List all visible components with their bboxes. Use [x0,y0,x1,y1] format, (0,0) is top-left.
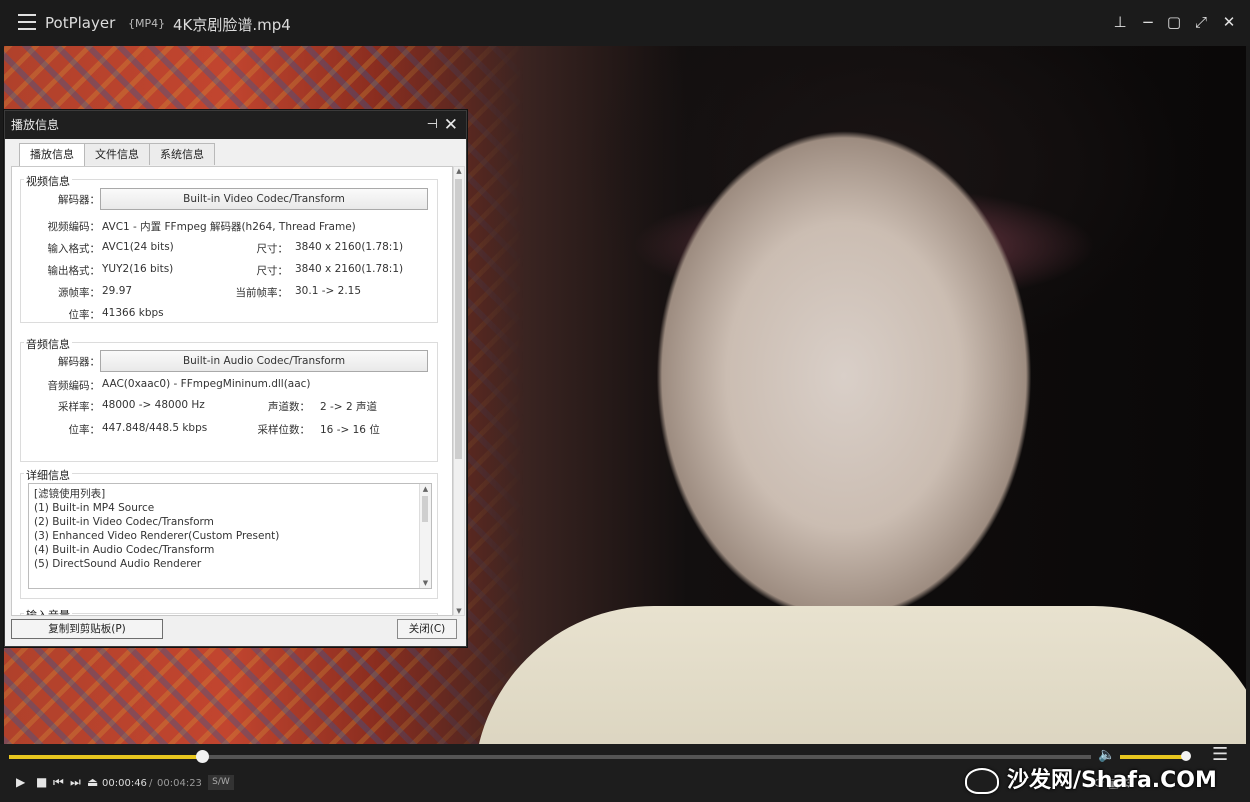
audio-decoder-button[interactable]: Built-in Audio Codec/Transform [100,350,428,372]
output-format-label: 输出格式： [47,265,101,277]
stop-icon[interactable]: ■ [36,775,47,789]
filter-list-line: (1) Built-in MP4 Source [34,502,155,514]
filter-list-line: (4) Built-in Audio Codec/Transform [34,544,215,556]
scroll-up-icon[interactable]: ▲ [420,485,431,493]
input-volume-group [20,613,438,615]
pin-icon[interactable]: ⊥ [1110,12,1130,32]
play-icon[interactable]: ▶ [16,775,25,789]
video-codec-value: AVC1 - 内置 FFmpeg 解码器(h264, Thread Frame) [102,221,356,233]
video-codec-label: 视频编码： [47,221,101,233]
audio-codec-label: 音频编码： [47,380,101,392]
sample-rate-label: 采样率： [58,401,100,413]
seek-bar[interactable] [9,750,1091,763]
video-costume-collar [474,606,1246,744]
output-format-value: YUY2(16 bits) [102,263,174,275]
filter-list-line: (5) DirectSound Audio Renderer [34,558,202,570]
channels-value: 2 -> 2 声道 [320,401,377,413]
filter-list-line: (3) Enhanced Video Renderer(Custom Prese… [34,530,280,542]
playback-info-dialog: 播放信息 ⊣ ✕ 播放信息 文件信息 系统信息 视频信息 解码器： Built-… [4,110,467,647]
sample-rate-value: 48000 -> 48000 Hz [102,399,205,411]
tab-playback-info[interactable]: 播放信息 [19,143,85,166]
volume-icon[interactable]: 🔈 [1098,747,1115,763]
dialog-pin-icon[interactable]: ⊣ [427,111,438,139]
volume-slider[interactable] [1120,751,1191,761]
seek-bar-fill [9,755,202,759]
time-separator: / [149,778,153,789]
video-info-label: 视频信息 [24,173,72,189]
video-bitrate-value: 41366 kbps [102,307,164,319]
total-time: 00:04:23 [157,778,202,789]
input-volume-label: 输入音量 [24,607,72,615]
tab-file-info[interactable]: 文件信息 [84,143,150,165]
input-size-value: 3840 x 2160(1.78:1) [295,241,404,253]
filter-list-scroll-thumb[interactable] [422,496,428,522]
watermark-text: 沙发网/Shafa.COM [1007,768,1217,793]
dialog-title-bar: 播放信息 ⊣ ✕ [5,111,466,139]
menu-icon[interactable] [18,14,36,30]
audio-bitrate-label: 位率： [68,424,101,436]
audio-bitrate-value: 447.848/448.5 kbps [102,422,208,434]
sample-bits-value: 16 -> 16 位 [320,424,380,436]
maximize-icon[interactable]: ▢ [1164,12,1184,32]
current-fps-label: 当前帧率： [235,287,289,299]
sample-bits-label: 采样位数： [257,424,311,436]
fullscreen-icon[interactable]: ⤢ [1191,12,1211,32]
audio-decoder-label: 解码器： [58,356,100,368]
dialog-close-button[interactable]: 关闭(C) [397,619,457,639]
filter-list-line: [滤镜使用列表] [34,488,106,500]
detail-info-label: 详细信息 [24,467,72,483]
input-format-label: 输入格式： [47,243,101,255]
volume-slider-fill [1120,755,1186,759]
video-decoder-label: 解码器： [58,194,100,206]
filter-list-line: (2) Built-in Video Codec/Transform [34,516,214,528]
output-size-label: 尺寸： [256,265,289,277]
panel-scroll-up-icon[interactable]: ▲ [454,167,464,175]
next-icon[interactable]: ⏭ [70,775,81,790]
input-size-label: 尺寸： [256,243,289,255]
scroll-down-icon[interactable]: ▼ [420,579,431,587]
dialog-close-icon[interactable]: ✕ [444,111,458,139]
source-fps-label: 源帧率： [58,287,100,299]
minimize-icon[interactable]: − [1138,12,1158,32]
current-fps-value: 30.1 -> 2.15 [295,285,362,297]
source-fps-value: 29.97 [102,285,133,297]
panel-scroll-thumb[interactable] [455,179,462,459]
watermark: 沙发网/Shafa.COM [965,762,1217,794]
dialog-tabs: 播放信息 文件信息 系统信息 [19,143,215,166]
output-size-value: 3840 x 2160(1.78:1) [295,263,404,275]
tab-system-info[interactable]: 系统信息 [149,143,215,165]
eject-icon[interactable]: ⏏ [87,775,98,789]
close-icon[interactable]: ✕ [1219,12,1239,32]
channels-label: 声道数： [268,401,310,413]
app-name: PotPlayer [45,14,116,32]
input-format-value: AVC1(24 bits) [102,241,174,253]
sofa-logo-icon [965,768,999,794]
format-badge: {MP4} [128,17,166,30]
file-title: 4K京剧脸谱.mp4 [173,16,291,34]
panel-scrollbar[interactable]: ▲ ▼ [453,166,465,616]
audio-codec-value: AAC(0xaac0) - FFmpegMininum.dll(aac) [102,378,311,390]
panel-scroll-down-icon[interactable]: ▼ [454,607,464,615]
audio-info-label: 音频信息 [24,336,72,352]
sw-decoder-badge[interactable]: S/W [208,775,234,790]
filter-list-scrollbar[interactable]: ▲ ▼ [419,484,431,588]
volume-slider-handle[interactable] [1181,751,1191,761]
current-time: 00:00:46 [102,778,147,789]
copy-to-clipboard-button[interactable]: 复制到剪贴板(P) [11,619,163,639]
filter-list-box[interactable]: [滤镜使用列表] (1) Built-in MP4 Source (2) Bui… [28,483,432,589]
previous-icon[interactable]: ⏮ [53,775,64,790]
video-decoder-button[interactable]: Built-in Video Codec/Transform [100,188,428,210]
title-bar: PotPlayer {MP4} 4K京剧脸谱.mp4 ⊥ − ▢ ⤢ ✕ [0,0,1250,46]
video-bitrate-label: 位率： [68,309,101,321]
info-panel: 视频信息 解码器： Built-in Video Codec/Transform… [11,166,453,616]
seek-bar-handle[interactable] [195,750,209,763]
dialog-title: 播放信息 [11,118,60,132]
